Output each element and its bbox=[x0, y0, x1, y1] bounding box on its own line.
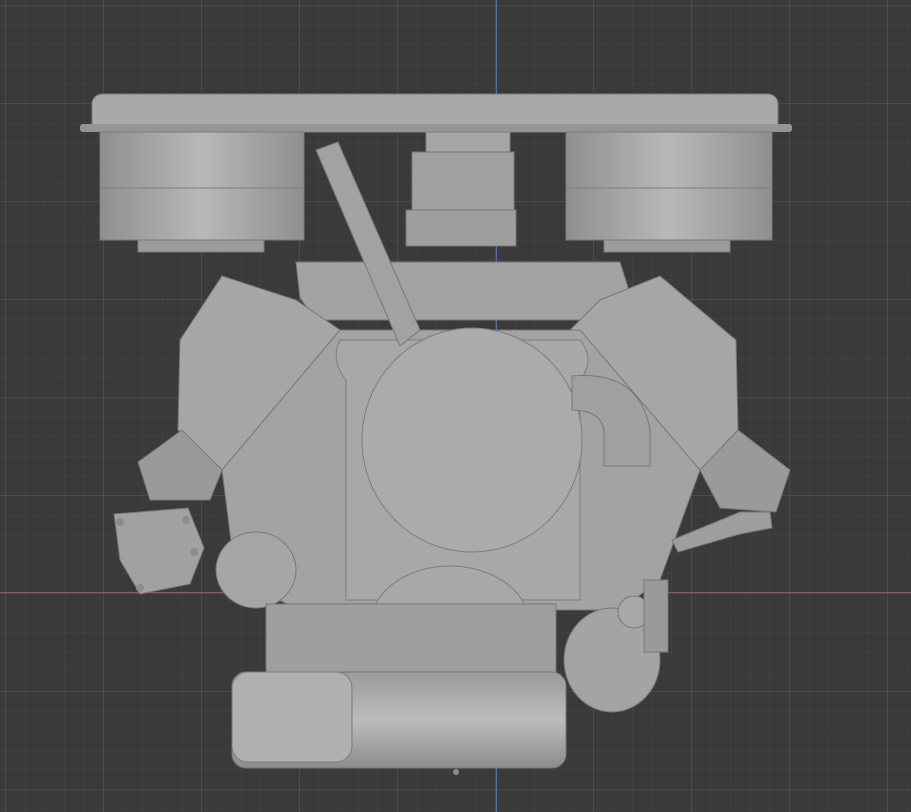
carb-top bbox=[425, 131, 511, 155]
3d-viewport[interactable] bbox=[0, 0, 911, 812]
air-cleaner-lid-rim bbox=[80, 124, 792, 132]
intake-manifold bbox=[295, 261, 633, 321]
engine-model[interactable] bbox=[0, 0, 911, 812]
front-cover-bulge bbox=[361, 327, 583, 553]
carb-base bbox=[405, 209, 517, 247]
carburetor[interactable] bbox=[405, 131, 517, 247]
air-filter-right-base bbox=[603, 239, 731, 253]
air-filter-left bbox=[99, 131, 305, 241]
oil-filter bbox=[215, 531, 297, 609]
air-filter-left-base bbox=[137, 239, 265, 253]
right-fuel-line bbox=[671, 511, 773, 553]
carb-body bbox=[411, 151, 515, 213]
air-filter-right bbox=[565, 131, 773, 241]
oil-pan[interactable] bbox=[231, 603, 567, 775]
starter-motor bbox=[231, 671, 353, 763]
drain-plug bbox=[453, 769, 459, 775]
